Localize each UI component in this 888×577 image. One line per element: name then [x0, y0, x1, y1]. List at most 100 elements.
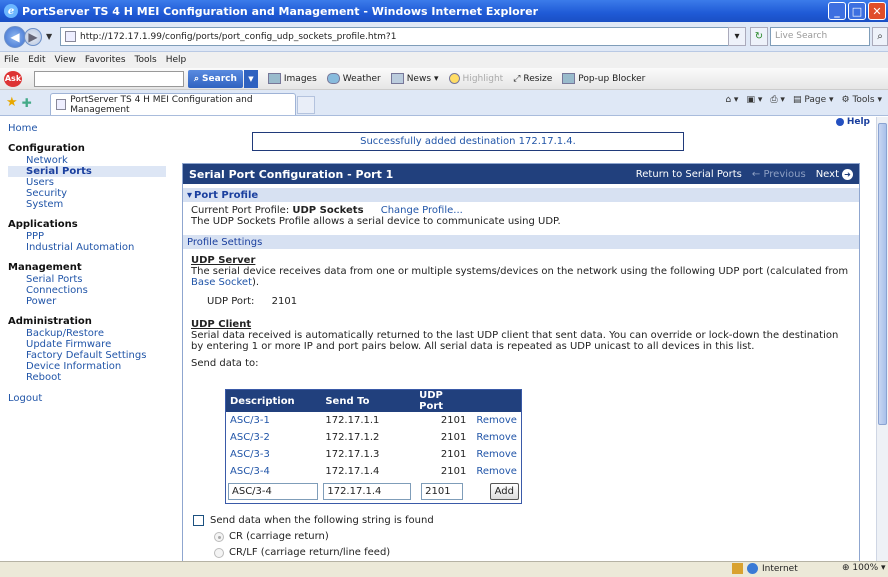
address-dropdown-button[interactable]: ▾ — [728, 27, 746, 46]
nav-logout[interactable]: Logout — [8, 393, 178, 404]
description-input[interactable]: ASC/3-4 — [228, 483, 318, 500]
history-dropdown-icon[interactable]: ▼ — [46, 32, 52, 41]
nav-connections[interactable]: Connections — [8, 285, 178, 296]
page-menu[interactable]: ▤ Page ▾ — [793, 95, 834, 105]
table-row: ASC/3-1 172.17.1.1 2101 Remove — [226, 412, 522, 429]
nav-network[interactable]: Network — [8, 155, 178, 166]
udp-port-input[interactable]: 2101 — [421, 483, 464, 500]
radio-cr[interactable] — [214, 531, 224, 542]
nav-heading-configuration: Configuration — [8, 143, 85, 154]
home-icon[interactable]: ⌂ ▾ — [725, 95, 738, 105]
row-send-to: 172.17.1.1 — [325, 415, 380, 426]
udp-server-desc-text: The serial device receives data from one… — [191, 266, 849, 277]
remove-link[interactable]: Remove — [472, 429, 521, 446]
radio-crlf-row: CR/LF (carriage return/line feed) — [214, 547, 390, 558]
menu-file[interactable]: File — [4, 55, 19, 65]
nav-serial-ports[interactable]: Serial Ports — [8, 166, 166, 177]
favorites-star-icon[interactable]: ★ — [6, 95, 18, 110]
back-button[interactable]: ◀ — [4, 25, 26, 48]
tab-page-icon — [56, 99, 67, 110]
change-profile-link[interactable]: Change Profile... — [381, 205, 463, 216]
toolbar-weather[interactable]: Weather — [326, 73, 381, 84]
nav-security[interactable]: Security — [8, 188, 178, 199]
remove-link[interactable]: Remove — [472, 446, 521, 463]
scrollbar-thumb[interactable] — [878, 123, 887, 425]
toolbar-resize[interactable]: ⤢ Resize — [513, 74, 552, 84]
nav-mgmt-serial-ports[interactable]: Serial Ports — [8, 274, 178, 285]
port-profile-header[interactable]: ▾ Port Profile — [183, 188, 859, 202]
address-toolbar: ◀ ▶ ▼ http://172.17.1.99/config/ports/po… — [0, 22, 888, 52]
remove-link[interactable]: Remove — [472, 463, 521, 480]
weather-icon — [326, 73, 340, 84]
address-text: http://172.17.1.99/config/ports/port_con… — [80, 31, 397, 42]
return-to-serial-ports-link[interactable]: Return to Serial Ports — [636, 169, 742, 180]
new-tab-button[interactable] — [297, 96, 315, 114]
add-button[interactable]: Add — [489, 483, 519, 500]
menu-view[interactable]: View — [55, 55, 76, 65]
refresh-button[interactable]: ↻ — [750, 27, 768, 46]
row-description-link[interactable]: ASC/3-1 — [230, 415, 270, 426]
feeds-icon[interactable]: ▣ ▾ — [746, 95, 762, 105]
col-description: Description — [225, 389, 322, 412]
nav-backup-restore[interactable]: Backup/Restore — [8, 328, 178, 339]
help-link[interactable]: Help — [836, 117, 870, 127]
menu-tools[interactable]: Tools — [135, 55, 157, 65]
forward-button[interactable]: ▶ — [24, 27, 42, 46]
send-string-label: Send data when the following string is f… — [210, 515, 434, 526]
table-row: ASC/3-3 172.17.1.3 2101 Remove — [226, 446, 522, 463]
nav-factory-defaults[interactable]: Factory Default Settings — [8, 350, 178, 361]
send-data-label: Send data to: — [191, 358, 259, 369]
page-menu-label: Page — [804, 95, 827, 105]
toolbar-news[interactable]: News ▾ — [390, 73, 439, 84]
globe-icon — [747, 563, 758, 574]
row-udp-port: 2101 — [440, 415, 467, 426]
toolbar-popup-blocker[interactable]: Pop-up Blocker — [562, 73, 645, 84]
search-dropdown-icon[interactable]: ▼ — [243, 69, 258, 88]
nav-industrial-automation[interactable]: Industrial Automation — [8, 242, 178, 253]
print-icon[interactable]: ⎙ ▾ — [770, 95, 785, 105]
toolbar-search-input[interactable] — [34, 70, 184, 87]
toolbar-images[interactable]: Images — [267, 73, 317, 84]
nav-home[interactable]: Home — [8, 123, 178, 134]
left-navigation: Home Configuration Network Serial Ports … — [8, 123, 178, 404]
send-to-input[interactable]: 172.17.1.4 — [323, 483, 412, 500]
live-search-input[interactable]: Live Search — [770, 27, 870, 46]
ask-logo-icon[interactable]: Ask — [4, 70, 22, 87]
tools-menu[interactable]: ⚙ Tools ▾ — [842, 95, 883, 105]
vertical-scrollbar[interactable] — [876, 117, 888, 561]
nav-device-information[interactable]: Device Information — [8, 361, 178, 372]
nav-ppp[interactable]: PPP — [8, 231, 178, 242]
remove-link[interactable]: Remove — [472, 412, 521, 429]
nav-users[interactable]: Users — [8, 177, 178, 188]
radio-cr-row: CR (carriage return) — [214, 531, 329, 542]
zoom-level[interactable]: ⊕ 100% ▾ — [842, 563, 886, 573]
minimize-button[interactable]: _ — [828, 2, 846, 20]
browser-tab-active[interactable]: PortServer TS 4 H MEI Configuration and … — [50, 93, 296, 115]
menu-favorites[interactable]: Favorites — [85, 55, 126, 65]
send-string-checkbox[interactable] — [193, 515, 204, 526]
toolbar-search-button[interactable]: ⌕ Search — [188, 69, 243, 88]
menu-edit[interactable]: Edit — [28, 55, 45, 65]
maximize-button[interactable]: □ — [848, 2, 866, 20]
images-icon — [267, 73, 281, 84]
nav-reboot[interactable]: Reboot — [8, 372, 178, 383]
magnifier-icon: ⌕ — [194, 73, 200, 84]
radio-crlf[interactable] — [214, 547, 224, 558]
nav-update-firmware[interactable]: Update Firmware — [8, 339, 178, 350]
close-button[interactable]: ✕ — [868, 2, 886, 20]
add-favorites-icon[interactable]: ✚ — [22, 96, 32, 110]
address-field[interactable]: http://172.17.1.99/config/ports/port_con… — [60, 27, 730, 46]
previous-link[interactable]: ← Previous — [752, 169, 806, 180]
toolbar-highlight[interactable]: Highlight — [448, 73, 503, 84]
row-udp-port: 2101 — [440, 432, 467, 443]
row-description-link[interactable]: ASC/3-3 — [230, 449, 270, 460]
base-socket-link[interactable]: Base Socket — [191, 277, 252, 288]
row-description-link[interactable]: ASC/3-2 — [230, 432, 270, 443]
search-go-icon[interactable]: ⌕ — [872, 27, 888, 46]
next-link[interactable]: Next ➜ — [816, 168, 853, 180]
radio-crlf-label: CR/LF (carriage return/line feed) — [229, 547, 391, 558]
nav-system[interactable]: System — [8, 199, 178, 210]
menu-help[interactable]: Help — [166, 55, 187, 65]
row-description-link[interactable]: ASC/3-4 — [230, 466, 270, 477]
nav-power[interactable]: Power — [8, 296, 178, 307]
